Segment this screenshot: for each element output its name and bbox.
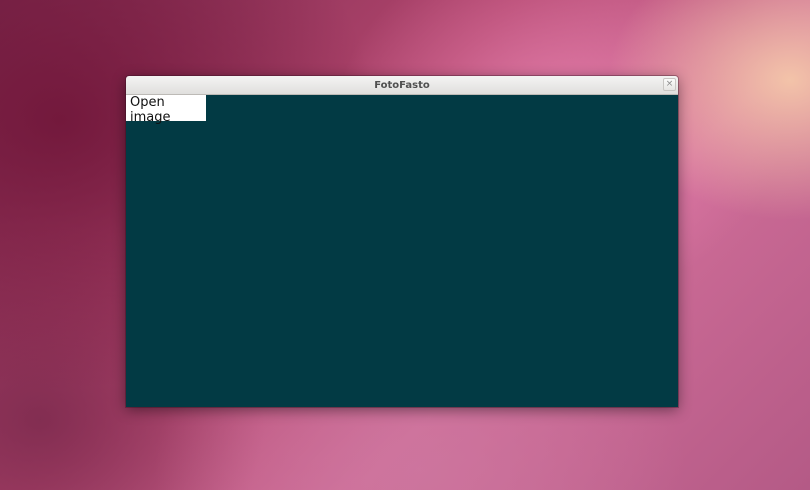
close-icon[interactable]: × [663, 78, 676, 91]
window-titlebar[interactable]: FotoFasto × [126, 76, 678, 95]
image-canvas: Open image [126, 95, 678, 407]
open-image-button[interactable]: Open image [126, 95, 206, 125]
app-window: FotoFasto × Open image [126, 76, 678, 407]
window-title: FotoFasto [374, 79, 430, 91]
